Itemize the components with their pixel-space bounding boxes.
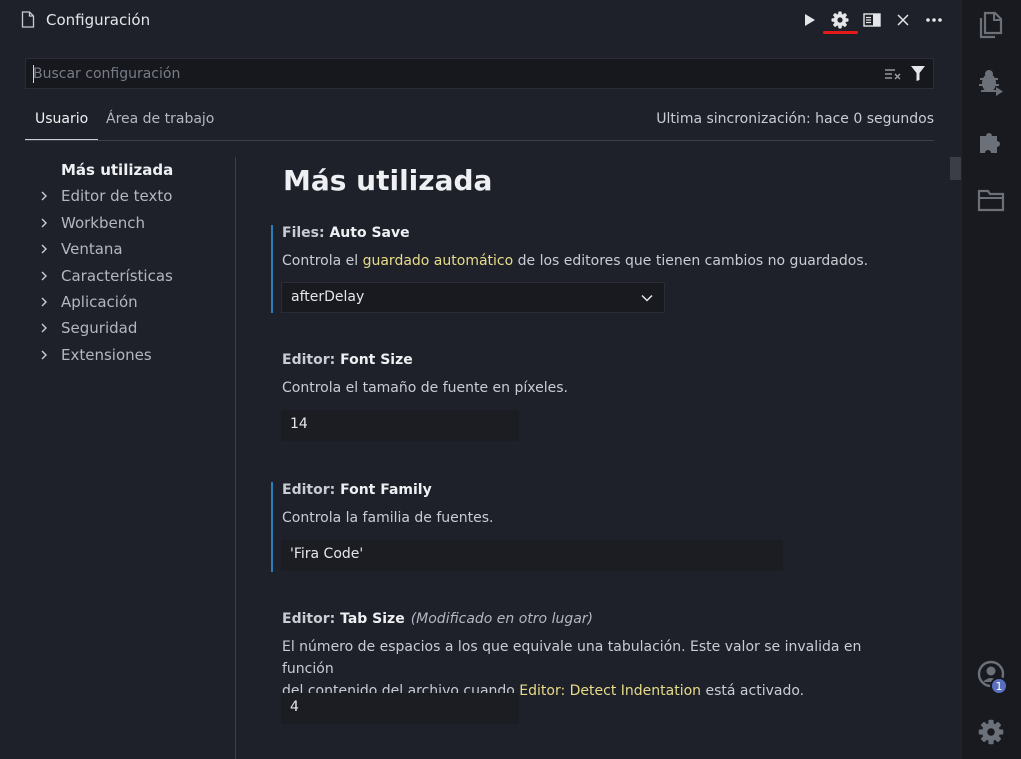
scrollbar-thumb[interactable] <box>950 157 961 180</box>
tab-usuario[interactable]: Usuario <box>24 111 99 140</box>
editor-tab-title[interactable]: Configuración <box>46 11 150 29</box>
run-button[interactable] <box>799 9 821 31</box>
setting-title: Editor: Tab Size (Modificado en otro luga… <box>282 611 593 627</box>
toc-item-caracteristicas[interactable]: Características <box>40 265 173 287</box>
chevron-down-icon <box>641 294 653 302</box>
setting-editor-font-size: Editor: Font Size Controla el tamaño de … <box>271 352 911 442</box>
settings-editor: Configuración Buscar configuración Usuar… <box>0 0 962 759</box>
setting-category: Editor: <box>282 611 341 627</box>
toc-item-label: Editor de texto <box>61 187 173 205</box>
input-value: 'Fira Code' <box>290 546 364 562</box>
folder-icon[interactable] <box>976 185 1006 215</box>
chevron-right-icon <box>40 212 54 234</box>
chevron-right-icon <box>40 238 54 260</box>
chevron-right-icon <box>40 185 54 207</box>
play-icon <box>805 14 815 26</box>
setting-title: Editor: Font Family <box>282 482 432 498</box>
font-size-input[interactable]: 14 <box>281 410 519 441</box>
settings-search-box <box>25 58 934 89</box>
setting-editor-tab-size: Editor: Tab Size (Modificado en otro luga… <box>271 611 911 731</box>
toc-item-workbench[interactable]: Workbench <box>40 212 145 234</box>
toc-item-label: Extensiones <box>61 346 152 364</box>
setting-key: Tab Size <box>340 611 405 627</box>
auto-save-link[interactable]: guardado automático <box>363 253 514 269</box>
settings-list: Más utilizada Files: Auto Save Controla … <box>237 157 949 759</box>
toc-item-label: Ventana <box>61 240 123 258</box>
setting-files-auto-save: Files: Auto Save Controla el guardado au… <box>271 225 911 313</box>
toc-item-label: Aplicación <box>61 293 138 311</box>
settings-toc: Más utilizada Editor de texto Workbench … <box>0 157 236 759</box>
toc-item-label: Workbench <box>61 214 145 232</box>
font-family-input[interactable]: 'Fira Code' <box>281 540 783 571</box>
chevron-right-icon <box>40 265 54 287</box>
open-settings-json-button[interactable] <box>829 9 851 31</box>
toc-item-label: Seguridad <box>61 319 138 337</box>
chevron-right-icon <box>40 317 54 339</box>
setting-category: Files: <box>282 225 330 241</box>
search-input[interactable] <box>33 65 853 83</box>
extensions-icon[interactable] <box>976 127 1006 157</box>
tab-area-de-trabajo[interactable]: Área de trabajo <box>106 111 214 127</box>
dropdown-value: afterDelay <box>291 289 365 305</box>
more-actions-button[interactable] <box>923 9 945 31</box>
explorer-icon[interactable] <box>976 10 1006 40</box>
toc-item-editor-de-texto[interactable]: Editor de texto <box>40 185 172 207</box>
setting-editor-font-family: Editor: Font Family Controla la familia … <box>271 482 911 572</box>
filter-icon[interactable] <box>910 65 926 82</box>
chevron-right-icon <box>40 291 54 313</box>
settings-scope-tabs: Usuario Área de trabajo Ultima sincroniz… <box>24 108 934 141</box>
setting-category: Editor: <box>282 482 341 498</box>
tab-size-input[interactable]: 4 <box>281 693 519 724</box>
toc-item-aplicacion[interactable]: Aplicación <box>40 291 138 313</box>
clear-filter-icon[interactable] <box>884 67 902 81</box>
setting-key: Font Size <box>340 352 413 368</box>
setting-description: Controla la familia de fuentes. <box>282 510 494 526</box>
activity-bar <box>962 0 1021 759</box>
setting-category: Editor: <box>282 352 341 368</box>
description-line: El número de espacios a los que equivale… <box>282 639 862 677</box>
toc-item-extensiones[interactable]: Extensiones <box>40 344 152 366</box>
editor-title-bar: Configuración <box>0 0 962 40</box>
gear-icon <box>831 11 849 29</box>
description-text: de los editores que tienen cambios no gu… <box>513 253 869 269</box>
description-text: está activado. <box>701 683 805 699</box>
description-text: Controla el <box>282 253 363 269</box>
accounts-badge: 1 <box>990 677 1008 695</box>
run-debug-icon[interactable] <box>976 67 1006 97</box>
split-editor-button[interactable] <box>861 9 883 31</box>
ellipsis-icon <box>926 18 942 22</box>
auto-save-dropdown[interactable]: afterDelay <box>281 282 665 313</box>
setting-key: Font Family <box>340 482 432 498</box>
input-value: 14 <box>290 416 308 432</box>
section-title: Más utilizada <box>283 164 493 197</box>
setting-title: Editor: Font Size <box>282 352 413 368</box>
setting-title: Files: Auto Save <box>282 225 410 241</box>
gear-highlight-underline <box>823 31 858 34</box>
sync-status: Ultima sincronización: hace 0 segundos <box>656 111 934 127</box>
toc-item-label: Características <box>61 267 173 285</box>
file-icon <box>21 11 35 28</box>
manage-gear-icon[interactable] <box>976 717 1006 747</box>
modified-elsewhere-label[interactable]: (Modificado en otro lugar) <box>411 611 593 627</box>
chevron-right-icon <box>40 344 54 366</box>
toc-item-seguridad[interactable]: Seguridad <box>40 317 137 339</box>
setting-description: Controla el guardado automático de los e… <box>282 250 912 272</box>
detect-indentation-link[interactable]: Editor: Detect Indentation <box>519 683 701 699</box>
setting-key: Auto Save <box>329 225 410 241</box>
toc-item-mas-utilizada[interactable]: Más utilizada <box>61 159 173 181</box>
split-editor-icon <box>863 13 881 27</box>
close-editor-button[interactable] <box>892 9 914 31</box>
input-value: 4 <box>290 699 299 715</box>
toc-item-label: Más utilizada <box>61 161 174 179</box>
close-icon <box>897 14 909 26</box>
toc-item-ventana[interactable]: Ventana <box>40 238 123 260</box>
setting-description: Controla el tamaño de fuente en píxeles. <box>282 380 568 396</box>
